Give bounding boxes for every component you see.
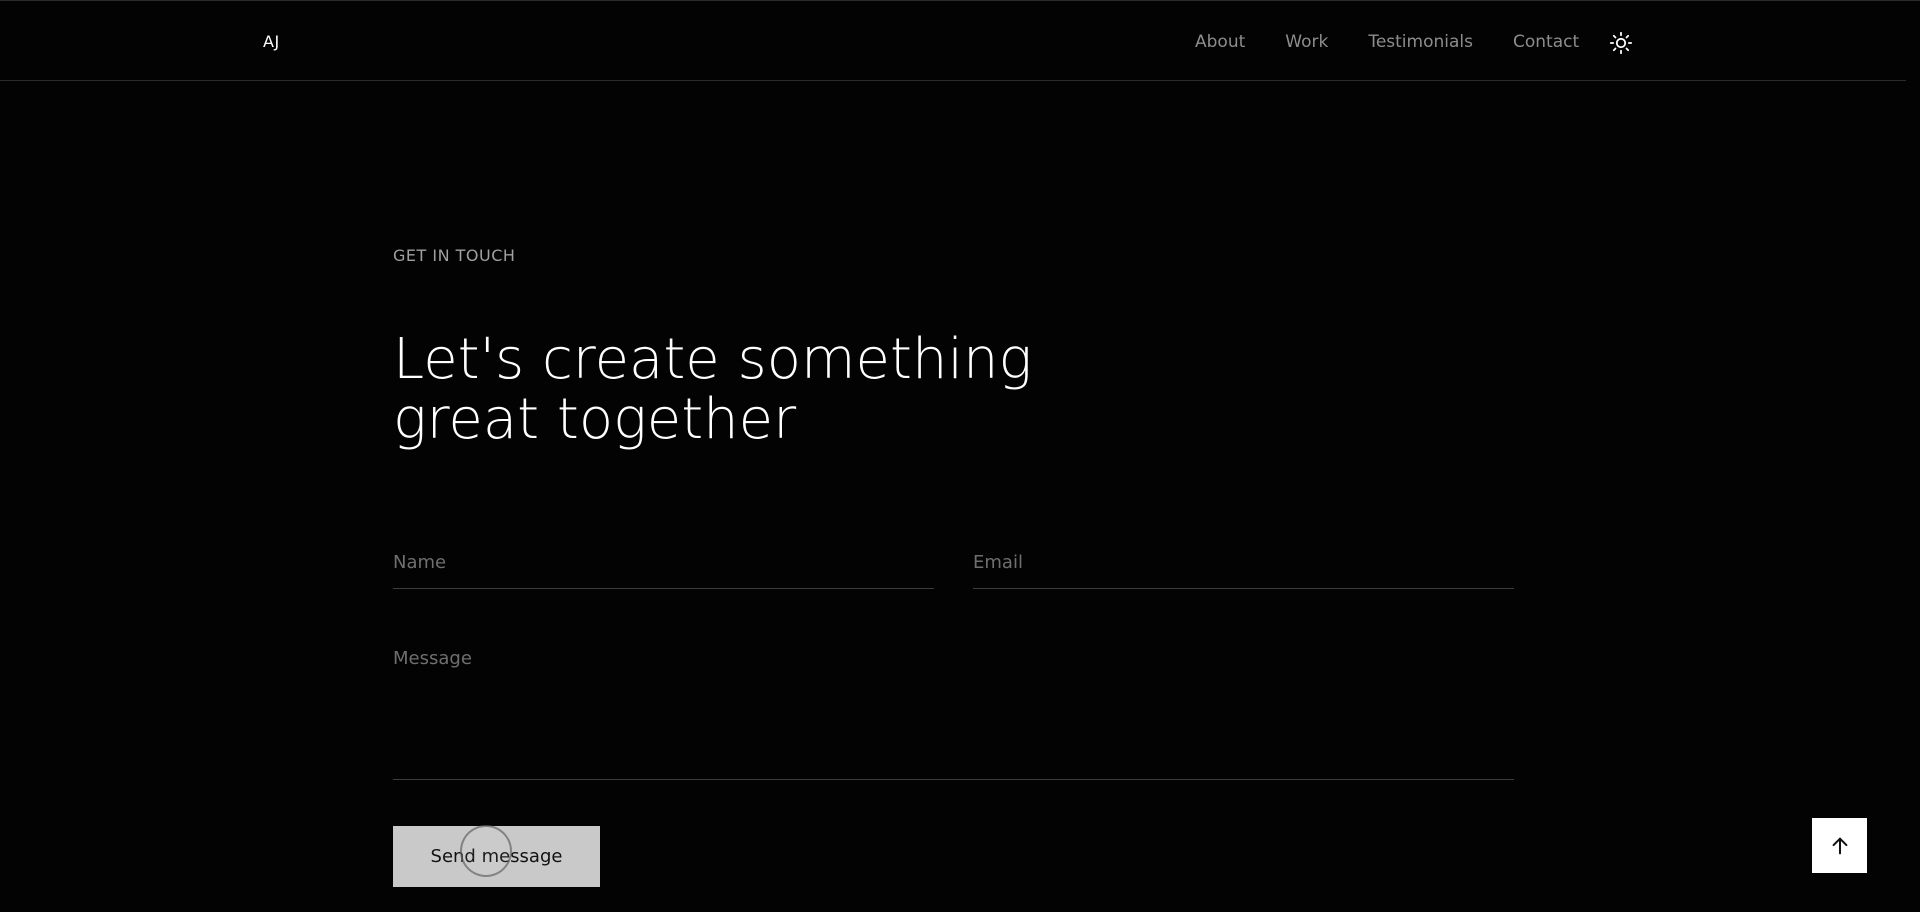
sun-icon bbox=[1609, 31, 1633, 55]
site-header: AJ About Work Testimonials Contact bbox=[0, 1, 1906, 81]
email-input[interactable] bbox=[973, 546, 1514, 589]
page: AJ About Work Testimonials Contact GET I… bbox=[0, 0, 1920, 912]
brand-logo[interactable]: AJ bbox=[263, 32, 280, 51]
nav-contact[interactable]: Contact bbox=[1513, 32, 1579, 52]
section-title: Let's create something great together bbox=[393, 327, 1033, 452]
theme-toggle-button[interactable] bbox=[1608, 30, 1634, 56]
message-textarea[interactable] bbox=[393, 648, 1514, 780]
nav-about[interactable]: About bbox=[1195, 32, 1245, 52]
nav-work[interactable]: Work bbox=[1285, 32, 1328, 52]
name-input[interactable] bbox=[393, 546, 934, 589]
section-eyebrow: GET IN TOUCH bbox=[393, 246, 516, 265]
main-nav: About Work Testimonials Contact bbox=[1195, 32, 1579, 52]
arrow-up-icon bbox=[1832, 837, 1847, 854]
back-to-top-button[interactable] bbox=[1812, 818, 1867, 873]
send-message-button[interactable]: Send message bbox=[393, 826, 600, 887]
nav-testimonials[interactable]: Testimonials bbox=[1368, 32, 1473, 52]
